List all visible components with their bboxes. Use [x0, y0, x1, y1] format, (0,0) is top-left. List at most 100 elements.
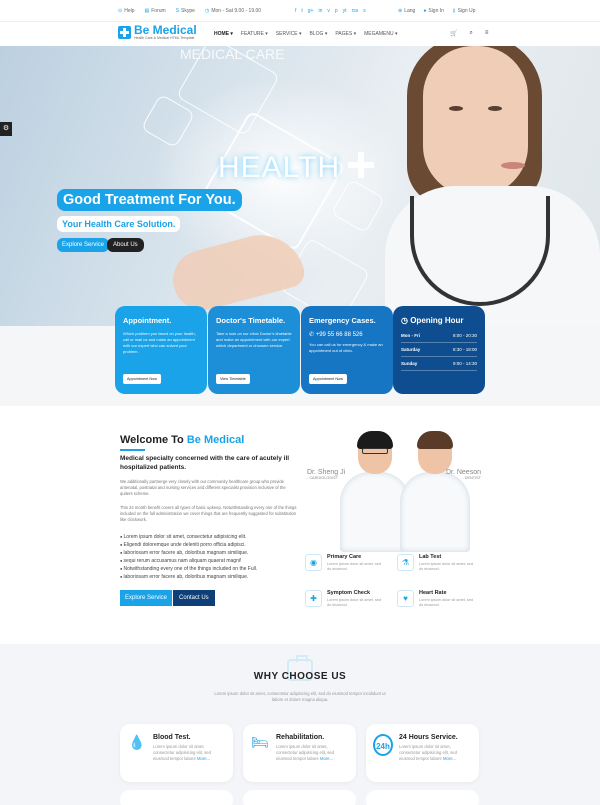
clock-icon: ◷ [401, 316, 411, 325]
opening-hours-box: ◷ Opening Hour Mon - Fri 8:00 - 20:30 Sat… [393, 306, 485, 394]
feature-text: Lorem ipsum dolor sit amet, sed do eiusm… [419, 598, 474, 607]
nav-menu: HOME ▾ FEATURE ▾ SERVICE ▾ BLOG ▾ PAGES … [214, 31, 397, 37]
globe-icon: ⊕ [398, 8, 403, 14]
card-title: 24 Hours Service. [399, 734, 458, 741]
feature-title: Primary Care [327, 554, 362, 560]
forum-label: Forum [151, 8, 166, 14]
hours-day: Saturday [401, 347, 421, 352]
welcome-section: Welcome To Be Medical Medical specialty … [0, 406, 600, 644]
list-item: Notwithstanding every one of the things … [120, 565, 258, 573]
skype-link[interactable]: S Skype [176, 8, 195, 14]
card-text: Lorem ipsum dolor sit amet, consectetur … [153, 744, 211, 761]
welcome-paragraph: We additionally partnerge very closely w… [120, 479, 286, 496]
explore-service-button[interactable]: Explore Service [57, 238, 110, 252]
signup-link[interactable]: ⚷ Sign Up [452, 8, 475, 14]
signin-label: Sign In [428, 8, 444, 14]
eye [449, 106, 463, 111]
nav-item-megamenu[interactable]: MEGAMENU ▾ [364, 31, 397, 37]
nav-item-pages[interactable]: PAGES ▾ [335, 31, 356, 37]
welcome-title: Welcome To Be Medical [120, 434, 244, 446]
nav-item-feature[interactable]: FEATURE ▾ [241, 31, 268, 37]
settings-toggle-icon[interactable]: ⚙ [0, 122, 12, 136]
welcome-list: Lorem ipsum dolor sit amet, consectetur … [120, 533, 258, 581]
medical-cross-icon [118, 26, 131, 39]
hours-time: 8:30 - 18:00 [452, 347, 477, 352]
doctor2-role: - DENTIST [462, 476, 481, 480]
blood-test-card: 💧 Blood Test. Lorem ipsum dolor sit amet… [120, 724, 233, 782]
top-bar: ⊙ Help ▤ Forum S Skype ◷ Mon - Sat 9.00 - 19… [0, 0, 600, 22]
doctor2-name: Dr. Neeson - DENTIST [441, 469, 481, 480]
appointment-text: Which problem you faced on your health, … [123, 331, 196, 354]
vimeo-icon[interactable]: v [327, 8, 330, 14]
menu-icon[interactable]: ≡ [485, 30, 489, 37]
hospital-bed-icon: 🛏 [251, 734, 269, 750]
help-icon: ⊙ [118, 8, 123, 14]
appointment-title: Appointment. [123, 316, 172, 325]
why-title: WHY CHOOSE US [253, 671, 347, 682]
appointment-now-button[interactable]: Appointment Now [123, 374, 161, 384]
help-link[interactable]: ⊙ Help [118, 8, 135, 14]
about-us-button[interactable]: About Us [107, 238, 144, 252]
card-text: Lorem ipsum dolor sit amet, consectetur … [399, 744, 457, 761]
forum-link[interactable]: ▤ Forum [145, 8, 166, 14]
welcome-title-a: Welcome To [120, 434, 187, 446]
eye [488, 106, 502, 111]
facebook-icon[interactable]: f [295, 8, 296, 14]
hours-day: Sunday [401, 361, 418, 366]
list-item: Lorem ipsum dolor sit amet, consectetur … [120, 533, 257, 541]
welcome-title-b: Be Medical [186, 434, 245, 446]
feature-title: Symptom Check [327, 590, 371, 596]
24h-clock-icon: 24h [373, 734, 393, 756]
emergency-appointment-button[interactable]: Appointment Now [309, 374, 347, 384]
emergency-title: Emergency Cases. [309, 316, 376, 325]
list-item: laboriosam error facere ab, doloribus ma… [120, 549, 257, 557]
blood-drop-icon: 💧 [128, 734, 146, 750]
pinterest-icon[interactable]: p [335, 8, 338, 14]
brand-tagline: Health Care & Medical HTML Template [134, 36, 195, 40]
doctor1-name: Dr. Sheng Ji - CARDIOLOGIST [307, 469, 346, 480]
hours-time: 8:00 - 20:30 [452, 333, 477, 338]
forum-icon: ▤ [144, 8, 150, 14]
search-icon[interactable]: ⌕ [469, 30, 472, 37]
lang-label: Lang [404, 8, 416, 14]
more-link[interactable]: More... [320, 756, 333, 761]
hours-row: Mon - Fri 8:00 - 20:30 [401, 329, 477, 343]
nav-icons: 🛒 ⌕ ≡ [450, 30, 488, 37]
cart-icon[interactable]: 🛒 [450, 30, 457, 37]
more-link[interactable]: More... [443, 756, 456, 761]
hours-row: Saturday 8:30 - 18:00 [401, 343, 477, 357]
doctor-hair [357, 431, 393, 449]
doctor-photo [385, 46, 600, 326]
page: ⊙ Help ▤ Forum S Skype ◷ Mon - Sat 9.00 - 19… [0, 0, 600, 805]
rss-icon[interactable]: rss [352, 8, 359, 14]
symptom-icon: ✚ [305, 590, 322, 607]
signup-label: Sign Up [457, 8, 476, 14]
youtube-icon[interactable]: yt [343, 8, 347, 14]
nav-item-blog[interactable]: BLOG ▾ [310, 31, 328, 37]
card-text: Lorem ipsum dolor sit amet, consectetur … [276, 744, 334, 761]
twitter-icon[interactable]: t [301, 8, 302, 14]
view-timetable-button[interactable]: View Timetable [216, 374, 250, 384]
nav-item-home[interactable]: HOME ▾ [214, 31, 233, 37]
skype-social-icon[interactable]: s [363, 8, 366, 14]
linkedin-icon[interactable]: in [318, 8, 322, 14]
contact-us-button[interactable]: Contact Us [173, 590, 215, 606]
signin-link[interactable]: ● Sign In [423, 8, 444, 14]
welcome-paragraph: This 24 month benefit covers all types o… [120, 505, 297, 522]
more-link[interactable]: More... [197, 756, 210, 761]
logo[interactable]: Be Medical Health Care & Medical HTML Te… [118, 24, 197, 40]
google-plus-icon[interactable]: g+ [308, 8, 314, 14]
nav-item-service[interactable]: SERVICE ▾ [276, 31, 302, 37]
hours-row: Sunday 9:00 - 14:30 [401, 357, 477, 371]
key-icon: ⚷ [451, 8, 456, 14]
feature-title: Lab Test [419, 554, 442, 560]
lang-selector[interactable]: ⊕ Lang [398, 8, 415, 14]
phone-number: +99 55 66 88 526 [315, 332, 363, 338]
heart-icon: ♥ [397, 590, 414, 607]
24-hours-service-card: 24h 24 Hours Service. Lorem ipsum dolor … [366, 724, 479, 782]
welcome-explore-button[interactable]: Explore Service [120, 590, 173, 606]
doctor1-role: - CARDIOLOGIST [307, 476, 339, 480]
feature-text: Lorem ipsum dolor sit amet, sed do eiusm… [327, 562, 382, 571]
emergency-text: You can call us for emergency & make an … [309, 342, 383, 353]
card-partial [366, 790, 479, 805]
